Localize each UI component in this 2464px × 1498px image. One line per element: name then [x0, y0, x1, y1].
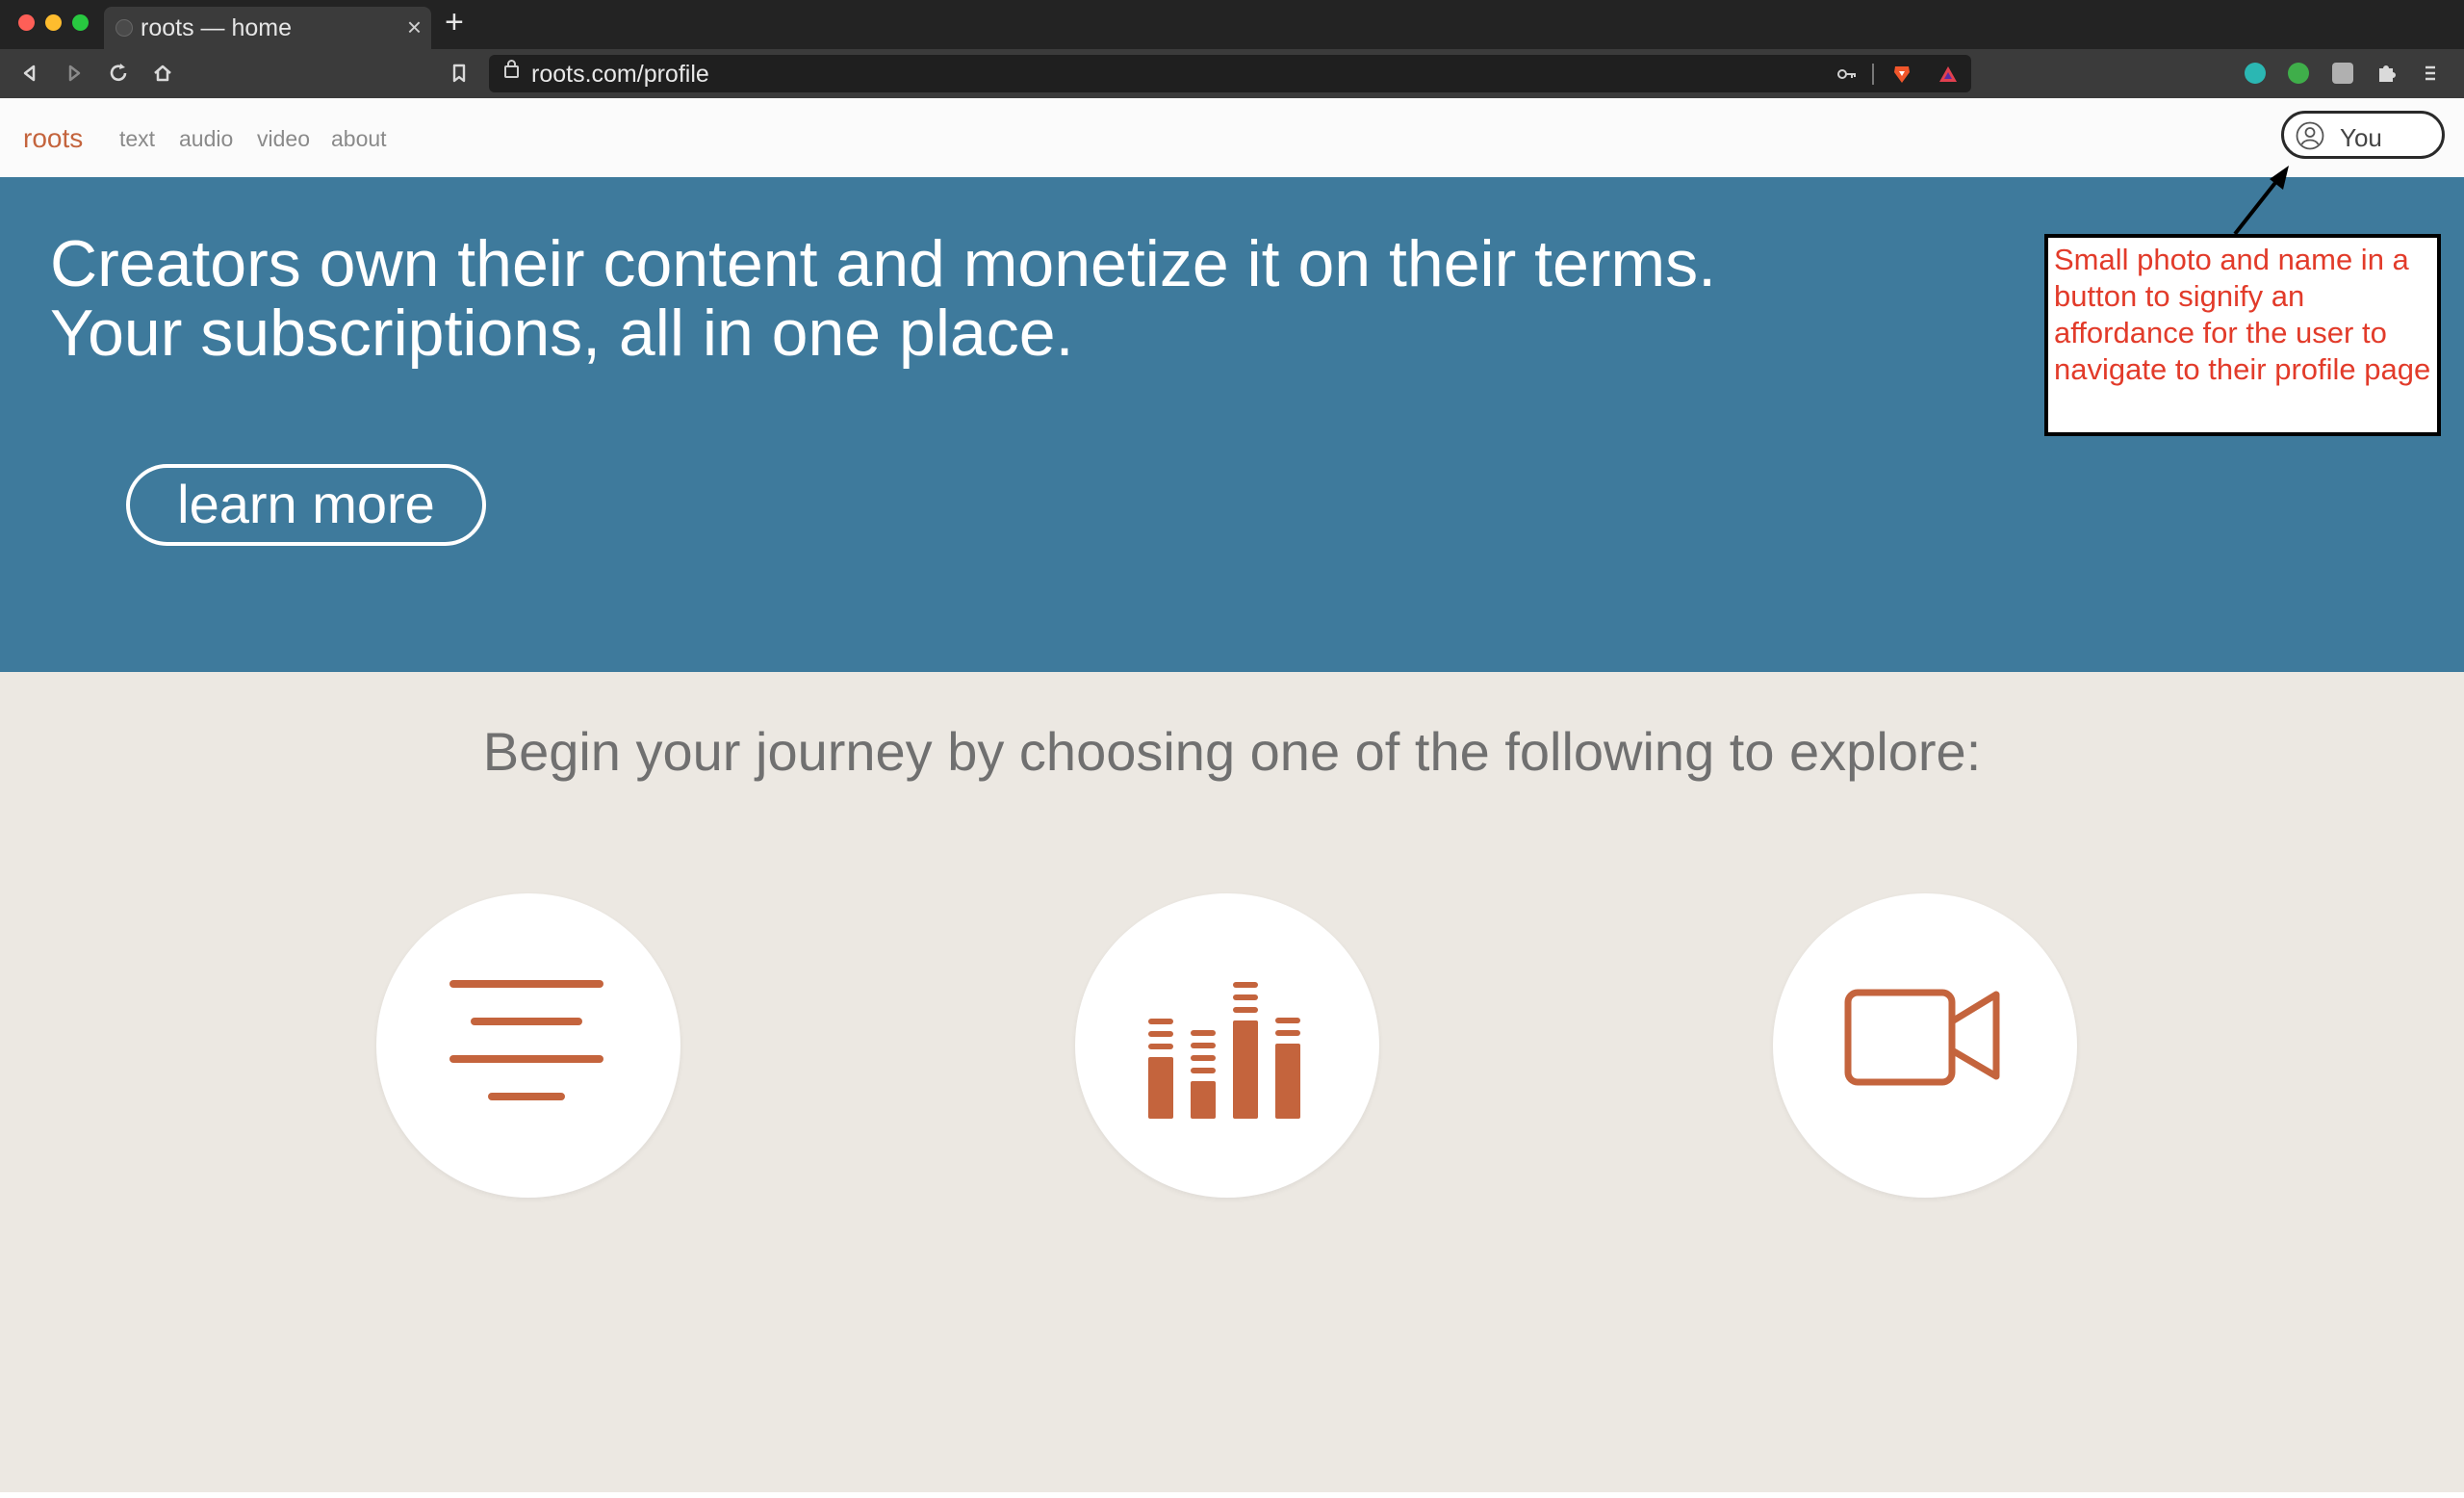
page-bottom-strip [0, 1492, 2464, 1498]
user-avatar-icon [2296, 121, 2324, 150]
home-icon[interactable] [148, 59, 177, 88]
tab-title: roots — home [141, 14, 293, 41]
site-navbar: roots text audio video about You [0, 98, 2464, 178]
extension-page-icon[interactable] [2332, 63, 2353, 84]
forward-icon[interactable] [60, 59, 89, 88]
profile-button-label: You [2340, 123, 2382, 152]
extension-grammar-icon[interactable] [2288, 63, 2309, 84]
menu-icon[interactable] [2416, 59, 2445, 88]
explore-text-option[interactable] [376, 893, 680, 1198]
reload-icon[interactable] [104, 59, 133, 88]
nav-link-video[interactable]: video [257, 126, 310, 152]
explore-video-option[interactable] [1773, 893, 2077, 1198]
browser-tab[interactable]: roots — home × [104, 7, 431, 49]
nav-link-audio[interactable]: audio [179, 126, 233, 152]
extension-m-icon[interactable] [2245, 63, 2266, 84]
site-logo[interactable]: roots [23, 123, 83, 154]
audio-equalizer-icon [1148, 982, 1300, 1119]
learn-more-button[interactable]: learn more [126, 464, 486, 546]
browser-toolbar: roots.com/profile [0, 49, 2464, 98]
explore-audio-option[interactable] [1075, 893, 1379, 1198]
back-icon[interactable] [15, 59, 44, 88]
video-camera-icon [1844, 989, 2000, 1086]
key-icon[interactable] [1836, 64, 1858, 85]
globe-icon [116, 19, 133, 37]
maximize-window-button[interactable] [72, 14, 89, 31]
lock-icon [504, 60, 519, 78]
brave-shield-icon[interactable] [1891, 64, 1912, 85]
url-divider [1872, 64, 1874, 85]
explore-section: Begin your journey by choosing one of th… [0, 672, 2464, 1492]
close-window-button[interactable] [18, 14, 35, 31]
address-bar[interactable]: roots.com/profile [489, 55, 1971, 92]
nav-link-text[interactable]: text [119, 126, 155, 152]
close-tab-icon[interactable]: × [407, 13, 422, 42]
profile-button[interactable]: You [2281, 111, 2445, 159]
brave-rewards-icon[interactable] [1938, 64, 1959, 85]
hero-subheadline: Your subscriptions, all in one place. [50, 297, 1074, 370]
annotation-note: Small photo and name in a button to sign… [2044, 234, 2441, 436]
browser-tab-bar: roots — home × + [0, 0, 2464, 49]
minimize-window-button[interactable] [45, 14, 62, 31]
nav-link-about[interactable]: about [331, 126, 387, 152]
new-tab-button[interactable]: + [445, 6, 464, 39]
bookmark-icon[interactable] [445, 59, 474, 88]
hero-headline: Creators own their content and monetize … [50, 227, 1717, 300]
url-text: roots.com/profile [531, 61, 709, 88]
text-lines-icon [449, 980, 603, 1100]
explore-heading: Begin your journey by choosing one of th… [482, 721, 1982, 782]
extensions-puzzle-icon[interactable] [2372, 59, 2400, 88]
